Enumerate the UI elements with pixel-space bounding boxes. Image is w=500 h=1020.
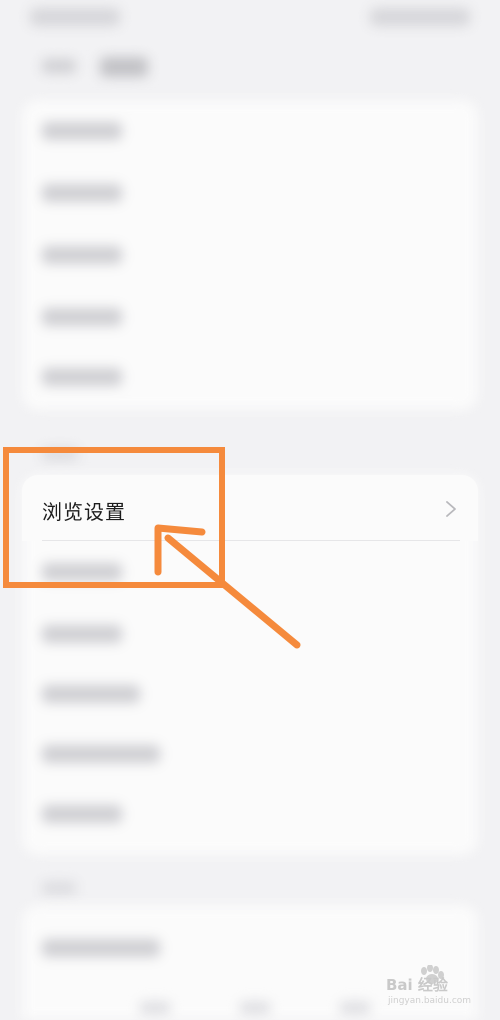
settings-item[interactable] [42,246,122,264]
chevron-right-icon [446,501,456,517]
status-icons [370,8,470,26]
settings-item[interactable] [42,308,122,326]
settings-item[interactable] [42,805,122,823]
settings-item[interactable] [42,745,160,763]
settings-item[interactable] [42,122,122,140]
settings-item[interactable] [42,184,122,202]
status-bar [0,0,500,40]
watermark-brand: Bai 经验 [386,976,448,994]
status-time [30,8,120,26]
nav-header [0,45,500,95]
settings-item[interactable] [42,939,160,957]
settings-item[interactable] [42,685,140,703]
settings-group-1 [22,100,478,410]
section-label [42,882,76,894]
watermark-url: jingyan.baidu.com [388,996,472,1006]
pointer-arrow-icon [154,524,301,649]
settings-item[interactable] [42,625,122,643]
page-title [100,57,148,77]
settings-item[interactable] [42,368,122,386]
back-icon[interactable] [42,59,76,73]
